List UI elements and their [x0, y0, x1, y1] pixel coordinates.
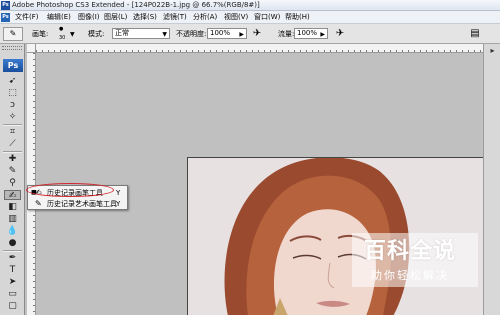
- watermark-title: 百科全说: [364, 239, 457, 264]
- brush-tool-icon[interactable]: ✎: [4, 166, 21, 176]
- ruler-origin[interactable]: [27, 44, 36, 53]
- menu-bar: Ps 文件(F) 编辑(E) 图像(I) 图层(L) 选择(S) 滤镜(T) 分…: [0, 11, 500, 24]
- healing-brush-tool-icon[interactable]: ✚: [4, 154, 21, 164]
- eraser-tool-icon[interactable]: ◧: [4, 202, 21, 212]
- ps-logo-icon[interactable]: Ps: [3, 59, 23, 72]
- tool-preset-picker[interactable]: ✎: [3, 27, 23, 41]
- horizontal-ruler[interactable]: [36, 44, 483, 53]
- window-title: Adobe Photoshop CS3 Extended - [124P022B…: [12, 1, 260, 9]
- lasso-tool-icon[interactable]: ↄ: [4, 100, 21, 110]
- menu-view[interactable]: 视图(V): [224, 13, 248, 22]
- menu-file[interactable]: 文件(F): [15, 13, 39, 22]
- magic-wand-tool-icon[interactable]: ✧: [4, 112, 21, 122]
- toolbox-divider: [3, 124, 22, 126]
- opacity-slider-icon[interactable]: ▶: [239, 30, 244, 39]
- move-tool-icon[interactable]: ➹: [4, 76, 21, 86]
- brush-dot-icon[interactable]: ●: [59, 26, 63, 32]
- mode-select[interactable]: 正常 ▼: [112, 28, 170, 39]
- eyedropper-tool-icon[interactable]: ⟋: [4, 139, 21, 149]
- toolbox-divider: [3, 151, 22, 153]
- history-brush-icon: ✎: [9, 29, 17, 38]
- flow-field[interactable]: 100% ▶: [294, 28, 328, 39]
- menu-window[interactable]: 窗口(W): [254, 13, 280, 22]
- flyout-item-shortcut: Y: [116, 200, 121, 208]
- toolbox-grip[interactable]: [2, 46, 22, 50]
- art-history-brush-icon: ✎: [35, 199, 42, 208]
- options-bar: ✎ 画笔: ● 30 ▼ 模式: 正常 ▼ 不透明度: 100% ▶ ✈ 流量:…: [0, 24, 500, 44]
- chevron-down-icon: ▼: [162, 31, 167, 38]
- brush-label: 画笔:: [32, 30, 49, 38]
- flyout-item-label: 历史记录艺术画笔工具: [47, 200, 117, 208]
- flow-value: 100%: [297, 29, 318, 37]
- flow-slider-icon[interactable]: ▶: [320, 30, 325, 39]
- title-bar: Ps Adobe Photoshop CS3 Extended - [124P0…: [0, 0, 500, 11]
- marquee-tool-icon[interactable]: ⬚: [4, 88, 21, 98]
- photoshop-app-icon: Ps: [1, 1, 10, 10]
- clone-stamp-tool-icon[interactable]: ⚲: [4, 178, 21, 188]
- palette-well-icon[interactable]: ▤: [468, 27, 482, 41]
- mode-value: 正常: [115, 29, 129, 37]
- path-selection-tool-icon[interactable]: ➤: [4, 277, 21, 287]
- brush-size-value[interactable]: 30: [59, 35, 65, 41]
- panel-dock: ▸: [483, 44, 500, 315]
- type-tool-icon[interactable]: T: [4, 265, 21, 275]
- watermark: 百科全说 助你轻松解决: [352, 233, 478, 287]
- pen-tool-icon[interactable]: ✒: [4, 253, 21, 263]
- airbrush-icon[interactable]: ✈: [333, 27, 347, 41]
- toolbox-divider: [3, 250, 22, 252]
- brush-dropdown-icon[interactable]: ▼: [70, 31, 75, 38]
- menu-image[interactable]: 图像(I): [78, 13, 100, 22]
- mode-label: 模式:: [88, 30, 105, 38]
- shape-tool-icon[interactable]: ▭: [4, 289, 21, 299]
- menu-edit[interactable]: 编辑(E): [47, 13, 71, 22]
- gradient-tool-icon[interactable]: ▥: [4, 214, 21, 224]
- menu-analysis[interactable]: 分析(A): [193, 13, 217, 22]
- menu-filter[interactable]: 滤镜(T): [163, 13, 187, 22]
- opacity-value: 100%: [210, 29, 231, 37]
- crop-tool-icon[interactable]: ⌗: [4, 127, 21, 137]
- flyout-item-shortcut: Y: [116, 189, 121, 197]
- ps-menu-logo-icon[interactable]: Ps: [1, 13, 10, 22]
- airbrush-toggle-icon[interactable]: ✈: [250, 27, 264, 41]
- toolbox: Ps ➹ ⬚ ↄ ✧ ⌗ ⟋ ✚ ✎ ⚲ ✍ ◧ ▥ 💧 ● ✒ T ➤ ▭ ▢: [0, 44, 25, 315]
- vertical-ruler[interactable]: [27, 53, 36, 315]
- opacity-field[interactable]: 100% ▶: [207, 28, 247, 39]
- dodge-tool-icon[interactable]: ●: [4, 238, 21, 248]
- menu-layer[interactable]: 图层(L): [104, 13, 127, 22]
- notes-tool-icon[interactable]: ▢: [4, 301, 21, 311]
- menu-help[interactable]: 帮助(H): [285, 13, 310, 22]
- panel-collapse-icon[interactable]: ▸: [486, 46, 499, 56]
- blur-tool-icon[interactable]: 💧: [4, 226, 21, 236]
- annotation-highlight-ring: [26, 183, 114, 197]
- watermark-subtitle: 助你轻松解决: [371, 269, 449, 282]
- opacity-label: 不透明度:: [176, 30, 207, 38]
- flow-label: 流量:: [278, 30, 295, 38]
- menu-select[interactable]: 选择(S): [133, 13, 157, 22]
- flyout-item-art-history-brush[interactable]: ✎ 历史记录艺术画笔工具 Y: [30, 199, 127, 209]
- history-brush-tool-icon[interactable]: ✍: [4, 190, 21, 201]
